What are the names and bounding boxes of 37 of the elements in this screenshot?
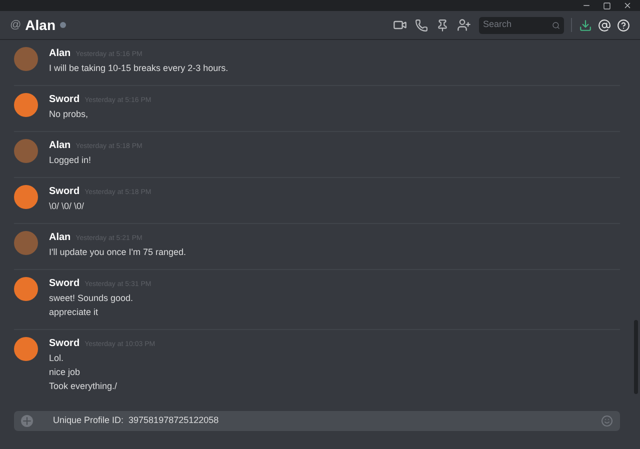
mentions-icon[interactable]: [598, 18, 611, 32]
user-avatar[interactable]: [14, 337, 38, 361]
video-call-icon[interactable]: [393, 18, 407, 32]
author-name[interactable]: Alan: [49, 138, 71, 153]
message-text: Took everything./: [49, 380, 118, 393]
channel-title: Alan: [25, 16, 56, 34]
user-avatar[interactable]: [14, 185, 38, 209]
search-field[interactable]: Search: [483, 18, 552, 32]
author-name[interactable]: Sword: [49, 336, 80, 351]
message-text: Logged in!: [49, 154, 92, 167]
message-text: nice job: [49, 366, 82, 379]
pin-icon[interactable]: [436, 18, 449, 32]
author-name[interactable]: Sword: [49, 184, 80, 199]
message-text: I'll update you once I'm 75 ranged.: [49, 246, 186, 259]
message-input[interactable]: Unique Profile ID: 397581978725122058: [53, 414, 601, 428]
close-icon[interactable]: [623, 1, 632, 10]
add-user-icon[interactable]: [457, 18, 471, 32]
author-name[interactable]: Alan: [49, 230, 71, 245]
user-avatar[interactable]: [14, 277, 38, 301]
at-symbol: @: [10, 18, 22, 33]
search-box[interactable]: Search: [479, 16, 564, 34]
maximize-icon[interactable]: [603, 2, 611, 10]
message-text: No probs,: [49, 108, 90, 121]
download-icon[interactable]: [579, 18, 592, 32]
message-text: appreciate it: [49, 306, 100, 319]
author-name[interactable]: Sword: [49, 276, 80, 291]
help-icon[interactable]: [617, 18, 630, 32]
message-text: sweet! Sounds good.: [49, 292, 134, 305]
message-text: \0/ \0/ \0/: [49, 200, 86, 213]
search-icon: [552, 20, 560, 30]
message-composer[interactable]: Unique Profile ID: 397581978725122058: [14, 411, 620, 431]
message-text: Lol.: [49, 352, 65, 365]
author-name[interactable]: Alan: [49, 46, 71, 61]
author-name[interactable]: Sword: [49, 92, 80, 107]
phone-icon[interactable]: [415, 18, 428, 32]
message-text: I will be taking 10-15 breaks every 2-3 hours.: [49, 62, 228, 75]
user-avatar[interactable]: [14, 93, 38, 117]
